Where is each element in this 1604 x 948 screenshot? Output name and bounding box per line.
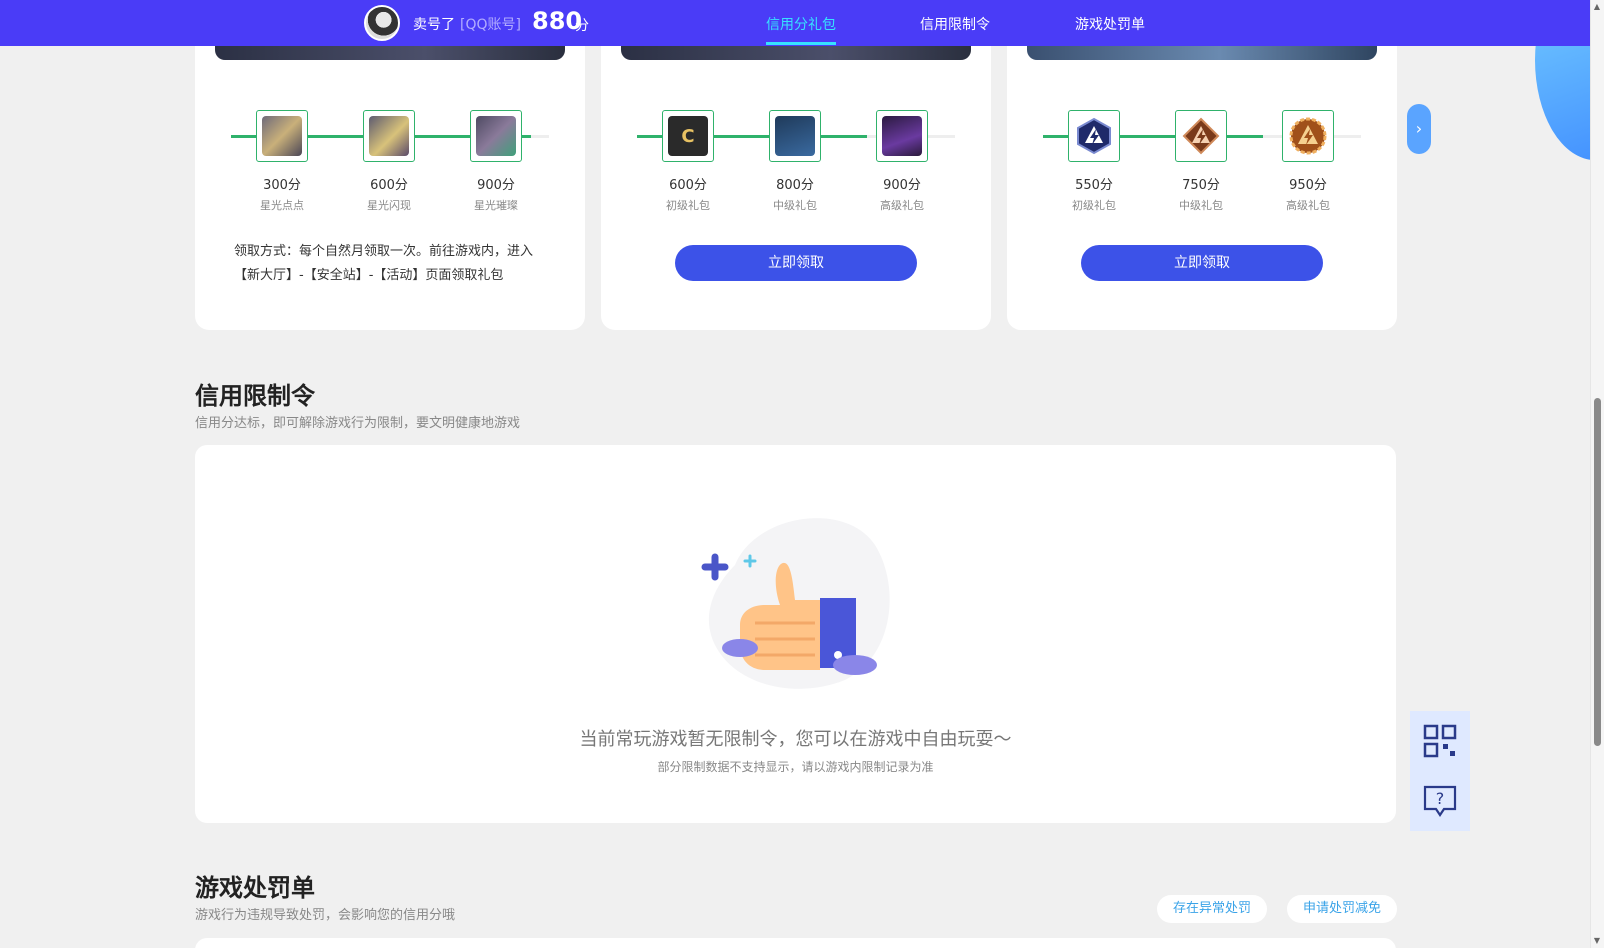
account-tag: [QQ账号]	[460, 17, 521, 33]
treasure-chest-icon	[882, 116, 922, 156]
gift-node[interactable]	[1068, 110, 1120, 162]
claim-instructions: 领取方式：每个自然月领取一次。前往游戏内，进入【新大厅】-【安全站】-【活动】页…	[234, 244, 534, 283]
nav-active-underline	[766, 42, 836, 45]
scroll-down-icon[interactable]: ▼	[1592, 936, 1602, 946]
node-points: 600分	[370, 178, 408, 193]
rank-badge-bronze-icon	[1182, 117, 1220, 155]
claim-button[interactable]: 立即领取	[1081, 245, 1323, 281]
node-name: 星光璀璨	[474, 199, 518, 212]
gift-node[interactable]	[363, 110, 415, 162]
username: 卖号了	[413, 17, 455, 33]
gift-card-1: 300分 星光点点 600分 星光闪现 900分 星光璀璨 领取方式：每个自然月…	[195, 40, 585, 330]
node-name: 星光闪现	[367, 199, 411, 212]
node-name: 星光点点	[260, 199, 304, 212]
section-subtitle-restriction: 信用分达标，即可解除游戏行为限制，要文明健康地游戏	[195, 416, 521, 431]
gift-node[interactable]	[1175, 110, 1227, 162]
help-button[interactable]: ?	[1410, 771, 1470, 831]
empty-state-message: 当前常玩游戏暂无限制令，您可以在游戏中自由玩耍～	[579, 729, 1012, 750]
section-title-penalty: 游戏处罚单	[195, 874, 315, 902]
gift-node[interactable]	[256, 110, 308, 162]
qr-code-icon	[1423, 724, 1457, 758]
claim-button[interactable]: 立即领取	[675, 245, 917, 281]
gift-card-2: C 600分 初级礼包 800分 中级礼包 900分 高级礼包 立即领取	[601, 40, 991, 330]
carousel-next-button[interactable]: ›	[1407, 104, 1431, 154]
gift-box-c-icon: C	[668, 116, 708, 156]
node-points: 950分	[1289, 178, 1327, 193]
avatar[interactable]	[364, 5, 400, 41]
gift-node[interactable]: C	[662, 110, 714, 162]
node-points: 550分	[1075, 178, 1113, 193]
node-name: 高级礼包	[880, 199, 924, 212]
credit-score-unit: 分	[575, 18, 589, 34]
node-name: 初级礼包	[1072, 199, 1116, 212]
abnormal-penalty-button[interactable]: 存在异常处罚	[1157, 895, 1267, 923]
gift-badge-icon	[369, 116, 409, 156]
thumbs-up-illustration-icon	[701, 518, 890, 689]
empty-state-note: 部分限制数据不支持显示，请以游戏内限制记录为准	[657, 760, 934, 774]
rank-badge-blue-icon	[1077, 117, 1111, 155]
node-name: 中级礼包	[1179, 199, 1223, 212]
section-subtitle-penalty: 游戏行为违规导致处罚，会影响您的信用分哦	[195, 908, 456, 923]
node-points: 900分	[883, 178, 921, 193]
node-points: 800分	[776, 178, 814, 193]
gift-node[interactable]	[470, 110, 522, 162]
gift-badge-icon	[476, 116, 516, 156]
restriction-panel: 当前常玩游戏暂无限制令，您可以在游戏中自由玩耍～ 部分限制数据不支持显示，请以游…	[195, 445, 1396, 823]
nav-gift[interactable]: 信用分礼包	[766, 14, 836, 34]
gift-node[interactable]	[876, 110, 928, 162]
node-points: 600分	[669, 178, 707, 193]
node-name: 初级礼包	[666, 199, 710, 212]
node-points: 300分	[263, 178, 301, 193]
scrollbar-thumb[interactable]	[1594, 398, 1601, 746]
gift-badge-icon	[262, 116, 302, 156]
node-name: 中级礼包	[773, 199, 817, 212]
gift-node[interactable]	[1282, 110, 1334, 162]
help-chat-icon: ?	[1423, 785, 1457, 817]
gift-node[interactable]	[769, 110, 821, 162]
svg-text:?: ?	[1436, 789, 1445, 808]
gift-card-3: 550分 初级礼包 750分 中级礼包 950分 高级礼包 立即领取	[1007, 40, 1397, 330]
node-name: 高级礼包	[1286, 199, 1330, 212]
penalty-appeal-button[interactable]: 申请处罚减免	[1287, 895, 1397, 923]
section-title-restriction: 信用限制令	[195, 382, 315, 410]
weapon-xp-icon	[775, 116, 815, 156]
scroll-up-icon[interactable]: ▲	[1592, 2, 1602, 12]
chevron-right-icon: ›	[1415, 119, 1423, 138]
rank-badge-gold-icon	[1289, 117, 1327, 155]
nav-restriction[interactable]: 信用限制令	[920, 14, 990, 34]
penalty-panel	[195, 938, 1396, 948]
qr-code-button[interactable]	[1410, 711, 1470, 771]
nav-penalty[interactable]: 游戏处罚单	[1075, 14, 1145, 34]
top-navbar: 卖号了 [QQ账号] 880 分 信用分礼包 信用限制令 游戏处罚单	[0, 0, 1590, 46]
node-points: 750分	[1182, 178, 1220, 193]
node-points: 900分	[477, 178, 515, 193]
